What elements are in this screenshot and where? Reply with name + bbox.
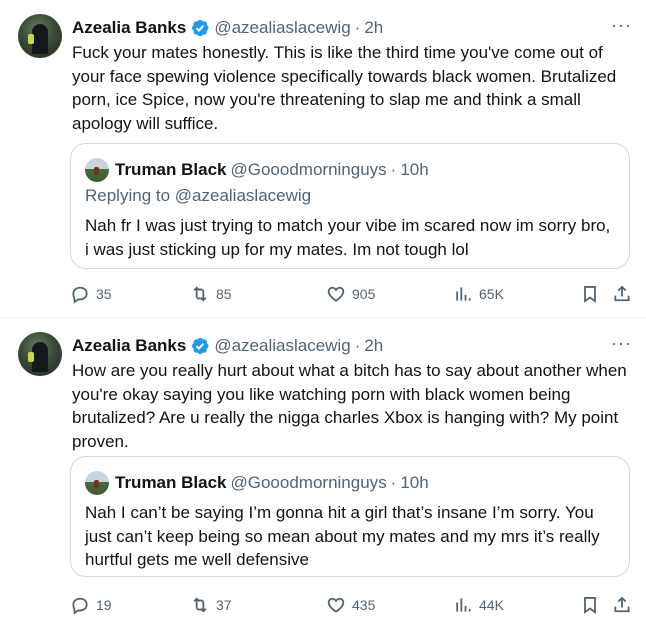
tweet-header: Azealia Banks @azealiaslacewig · 2h (72, 16, 634, 40)
views-icon (453, 284, 473, 304)
like-icon (326, 284, 346, 304)
quoted-tweet[interactable]: Truman Black @Gooodmorninguys · 10h Repl… (70, 143, 630, 269)
reply-count: 35 (96, 286, 112, 302)
share-button[interactable] (612, 284, 632, 304)
quoted-timestamp: 10h (400, 473, 429, 492)
more-options-icon[interactable]: ··· (611, 334, 632, 352)
separator-dot: · (390, 473, 397, 492)
retweet-button[interactable]: 85 (190, 284, 232, 304)
tweet[interactable]: Azealia Banks @azealiaslacewig · 2h ··· … (0, 318, 646, 628)
like-count: 435 (352, 597, 376, 613)
author-handle[interactable]: @azealiaslacewig (214, 18, 350, 38)
like-button[interactable]: 905 (326, 284, 375, 304)
author-name[interactable]: Azealia Banks (72, 18, 186, 38)
tweet[interactable]: Azealia Banks @azealiaslacewig · 2h ··· … (0, 0, 646, 318)
tweet-text: How are you really hurt about what a bit… (72, 361, 627, 451)
author-name[interactable]: Azealia Banks (72, 336, 186, 356)
bookmark-icon (580, 284, 600, 304)
like-count: 905 (352, 286, 376, 302)
quoted-tweet-text: Nah I can’t be saying I’m gonna hit a gi… (85, 503, 600, 569)
views-icon (453, 595, 473, 615)
like-button[interactable]: 435 (326, 595, 375, 615)
quoted-author-avatar (85, 158, 109, 182)
retweet-count: 37 (216, 597, 232, 613)
replying-to-mention[interactable]: @azealiaslacewig (175, 186, 311, 205)
views-count: 65K (479, 286, 504, 302)
bookmark-button[interactable] (580, 284, 600, 304)
reply-count: 19 (96, 597, 112, 613)
quoted-timestamp: 10h (400, 160, 429, 179)
verified-badge-icon (192, 337, 209, 355)
bookmark-icon (580, 595, 600, 615)
retweet-count: 85 (216, 286, 232, 302)
action-bar: 19 37 435 44K (70, 595, 632, 619)
bookmark-button[interactable] (580, 595, 600, 615)
retweet-icon (190, 284, 210, 304)
reply-icon (70, 595, 90, 615)
separator-dot: · (354, 18, 361, 37)
share-icon (612, 595, 632, 615)
reply-button[interactable]: 19 (70, 595, 112, 615)
author-avatar[interactable] (18, 14, 62, 58)
views-count: 44K (479, 597, 504, 613)
tweet-header: Azealia Banks @azealiaslacewig · 2h (72, 334, 634, 358)
verified-badge-icon (192, 19, 209, 37)
more-options-icon[interactable]: ··· (611, 16, 632, 34)
views-button[interactable]: 44K (453, 595, 504, 615)
quoted-tweet-text: Nah fr I was just trying to match your v… (85, 216, 611, 259)
reply-icon (70, 284, 90, 304)
timestamp[interactable]: 2h (364, 336, 383, 356)
like-icon (326, 595, 346, 615)
separator-dot: · (354, 336, 361, 355)
views-button[interactable]: 65K (453, 284, 504, 304)
retweet-button[interactable]: 37 (190, 595, 232, 615)
quoted-tweet-header: Truman Black @Gooodmorninguys · 10h (115, 471, 429, 495)
replying-to: Replying to @azealiaslacewig (85, 186, 311, 206)
quoted-tweet[interactable]: Truman Black @Gooodmorninguys · 10h Nah … (70, 456, 630, 577)
replying-to-label: Replying to (85, 186, 175, 205)
author-handle[interactable]: @azealiaslacewig (214, 336, 350, 356)
share-button[interactable] (612, 595, 632, 615)
retweet-icon (190, 595, 210, 615)
quoted-author-handle: @Gooodmorninguys (230, 473, 387, 492)
reply-button[interactable]: 35 (70, 284, 112, 304)
quoted-author-name: Truman Black (115, 160, 227, 179)
quoted-tweet-header: Truman Black @Gooodmorninguys · 10h (115, 158, 429, 182)
share-icon (612, 284, 632, 304)
tweet-text: Fuck your mates honestly. This is like t… (72, 43, 617, 133)
quoted-author-handle: @Gooodmorninguys (230, 160, 387, 179)
author-avatar[interactable] (18, 332, 62, 376)
timestamp[interactable]: 2h (364, 18, 383, 38)
quoted-author-name: Truman Black (115, 473, 227, 492)
action-bar: 35 85 905 65K (70, 284, 632, 308)
quoted-author-avatar (85, 471, 109, 495)
separator-dot: · (390, 160, 397, 179)
